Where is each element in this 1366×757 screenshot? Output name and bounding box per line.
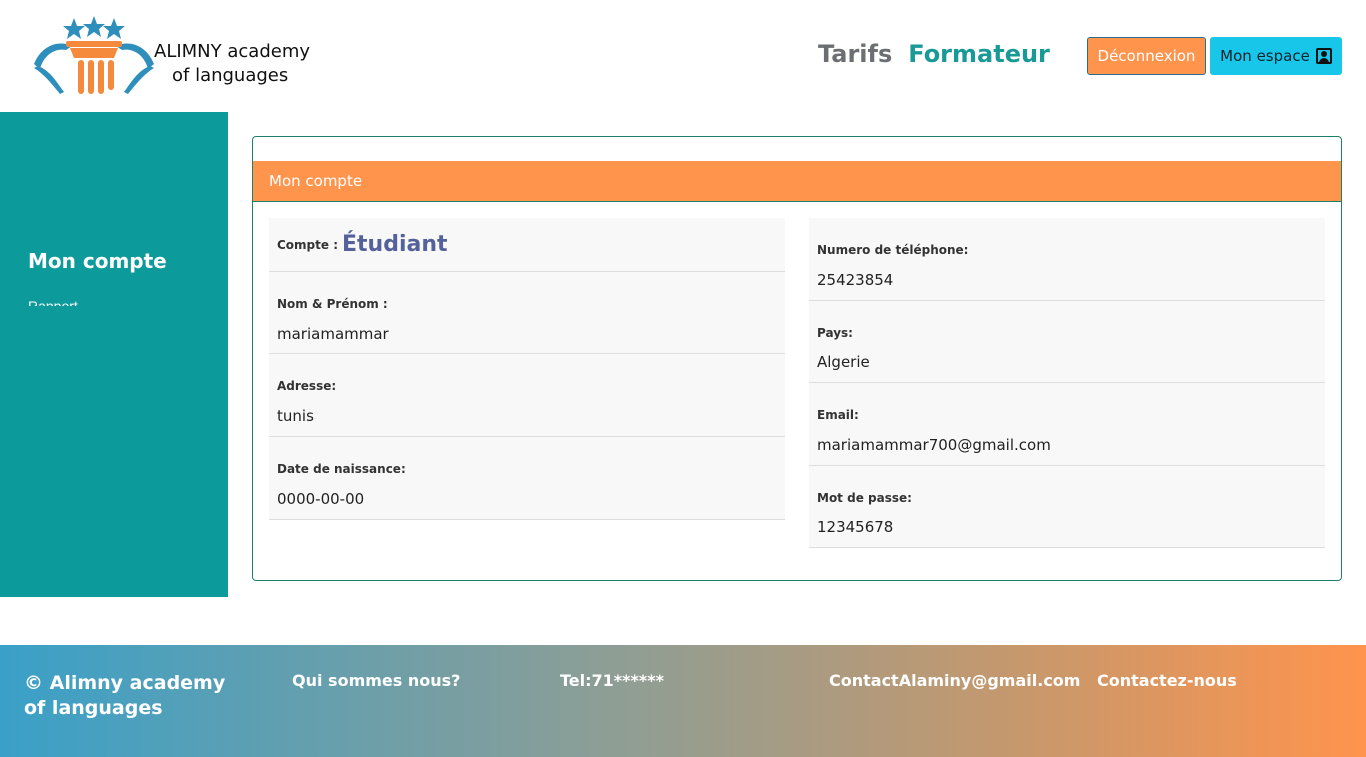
email-value: mariamammar700@gmail.com	[817, 436, 1051, 454]
birthdate-row: Date de naissance: 0000-00-00	[269, 437, 785, 520]
logout-button[interactable]: Déconnexion	[1087, 37, 1206, 75]
address-row: Adresse: tunis	[269, 354, 785, 437]
header: ALIMNY academy of languages Tarifs Forma…	[0, 0, 1366, 112]
country-row: Pays: Algerie	[809, 301, 1325, 383]
password-row: Mot de passe: 12345678	[809, 466, 1325, 548]
logout-button-label: Déconnexion	[1097, 47, 1196, 65]
footer-copyright: © Alimny academy of languages	[24, 672, 226, 719]
account-card: Mon compte Compte : Étudiant Nom & Préno…	[252, 136, 1342, 581]
country-value: Algerie	[817, 353, 870, 371]
nav-link-formateur[interactable]: Formateur	[908, 40, 1050, 68]
password-label: Mot de passe:	[817, 491, 912, 505]
account-info-left-column: Compte : Étudiant Nom & Prénom : mariama…	[269, 218, 785, 520]
phone-value: 25423854	[817, 271, 894, 289]
my-space-button-label: Mon espace	[1220, 47, 1310, 65]
name-value: mariamammar	[277, 325, 389, 343]
nav-link-tarifs[interactable]: Tarifs	[818, 40, 892, 68]
country-label: Pays:	[817, 326, 853, 340]
sidebar-item-rapport[interactable]: Rapport	[28, 298, 78, 306]
brand-line-2: of languages	[172, 65, 289, 86]
footer-link-about[interactable]: Qui sommes nous?	[292, 671, 460, 690]
footer-email[interactable]: ContactAlaminy@gmail.com	[829, 671, 1080, 690]
phone-label: Numero de téléphone:	[817, 243, 969, 257]
account-card-header: Mon compte	[253, 161, 1341, 202]
account-type-row: Compte : Étudiant	[269, 218, 785, 272]
name-row: Nom & Prénom : mariamammar	[269, 272, 785, 354]
birthdate-value: 0000-00-00	[277, 490, 365, 508]
sidebar-item-mon-compte[interactable]: Mon compte	[28, 249, 167, 273]
account-info-right-column: Numero de téléphone: 25423854 Pays: Alge…	[809, 218, 1325, 548]
account-card-title: Mon compte	[269, 172, 363, 190]
footer-phone: Tel:71******	[560, 671, 664, 690]
sidebar: Mon compte Rapport	[0, 112, 228, 597]
address-value: tunis	[277, 407, 314, 425]
footer: © Alimny academy of languages Qui sommes…	[0, 645, 1366, 757]
footer-link-contact[interactable]: Contactez-nous	[1097, 671, 1237, 690]
user-profile-icon	[1315, 48, 1332, 64]
brand-name[interactable]: ALIMNY academy of languages	[154, 40, 310, 88]
email-row: Email: mariamammar700@gmail.com	[809, 383, 1325, 466]
name-label: Nom & Prénom :	[277, 297, 388, 311]
academy-logo-icon[interactable]	[30, 14, 160, 98]
address-label: Adresse:	[277, 379, 337, 393]
birthdate-label: Date de naissance:	[277, 462, 406, 476]
email-label: Email:	[817, 408, 859, 422]
account-type-value: Étudiant	[342, 232, 448, 257]
brand-line-1: ALIMNY academy	[154, 41, 311, 62]
phone-row: Numero de téléphone: 25423854	[809, 218, 1325, 301]
account-type-label: Compte :	[277, 237, 338, 252]
main-nav: Tarifs Formateur	[818, 40, 1050, 68]
password-value: 12345678	[817, 518, 894, 536]
my-space-button[interactable]: Mon espace	[1210, 37, 1342, 75]
